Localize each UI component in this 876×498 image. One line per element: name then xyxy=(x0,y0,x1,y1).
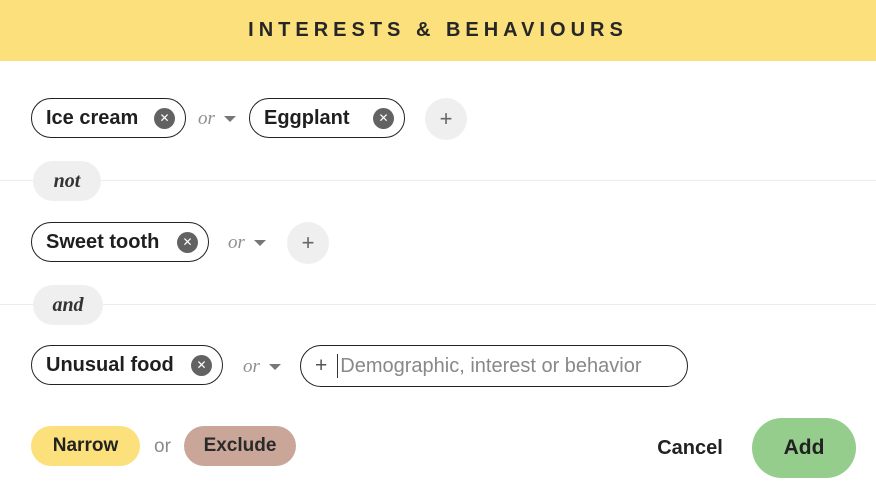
or-dropdown[interactable]: or xyxy=(198,108,236,130)
plus-icon: + xyxy=(315,354,328,377)
or-dropdown[interactable]: or xyxy=(228,232,266,254)
remove-icon[interactable]: ✕ xyxy=(373,107,394,129)
add-or-item-button[interactable]: + xyxy=(425,98,467,140)
add-or-item-button[interactable]: + xyxy=(287,222,329,264)
plus-icon: + xyxy=(439,106,453,131)
chip-unusual-food[interactable]: Unusual food ✕ xyxy=(31,345,223,385)
chip-eggplant[interactable]: Eggplant ✕ xyxy=(249,98,405,138)
remove-icon[interactable]: ✕ xyxy=(191,354,212,376)
chevron-down-icon xyxy=(268,364,281,370)
targeting-search[interactable]: + xyxy=(300,345,688,387)
plus-icon: + xyxy=(301,230,315,255)
joiner-label: not xyxy=(53,169,81,192)
exclude-button-label: Exclude xyxy=(203,435,277,456)
or-dropdown-label: or xyxy=(243,356,260,377)
joiner-label: and xyxy=(52,293,84,316)
modal-header: INTERESTS & BEHAVIOURS xyxy=(0,0,876,61)
or-dropdown-label: or xyxy=(228,232,245,253)
chip-label: Unusual food xyxy=(46,353,174,376)
chip-ice-cream[interactable]: Ice cream ✕ xyxy=(31,98,186,138)
divider xyxy=(0,304,876,305)
chip-sweet-tooth[interactable]: Sweet tooth ✕ xyxy=(31,222,209,262)
modal-title: INTERESTS & BEHAVIOURS xyxy=(248,19,628,41)
joiner-not[interactable]: not xyxy=(33,161,101,201)
cancel-button-label: Cancel xyxy=(657,436,723,459)
or-dropdown[interactable]: or xyxy=(243,356,281,378)
chip-label: Eggplant xyxy=(264,106,350,129)
divider xyxy=(0,180,876,181)
chevron-down-icon xyxy=(223,116,236,122)
remove-icon[interactable]: ✕ xyxy=(154,107,175,129)
exclude-button[interactable]: Exclude xyxy=(184,426,296,466)
narrow-button[interactable]: Narrow xyxy=(31,426,140,466)
cancel-button[interactable]: Cancel xyxy=(648,430,732,466)
chip-label: Sweet tooth xyxy=(46,230,160,253)
remove-icon[interactable]: ✕ xyxy=(177,231,198,253)
or-dropdown-label: or xyxy=(198,108,215,129)
narrow-button-label: Narrow xyxy=(52,435,119,456)
or-separator: or xyxy=(154,436,171,457)
chevron-down-icon xyxy=(253,240,266,246)
joiner-and[interactable]: and xyxy=(33,285,103,325)
search-input[interactable] xyxy=(338,354,661,378)
chip-label: Ice cream xyxy=(46,106,139,129)
add-button-label: Add xyxy=(783,436,825,459)
add-button[interactable]: Add xyxy=(752,418,856,478)
